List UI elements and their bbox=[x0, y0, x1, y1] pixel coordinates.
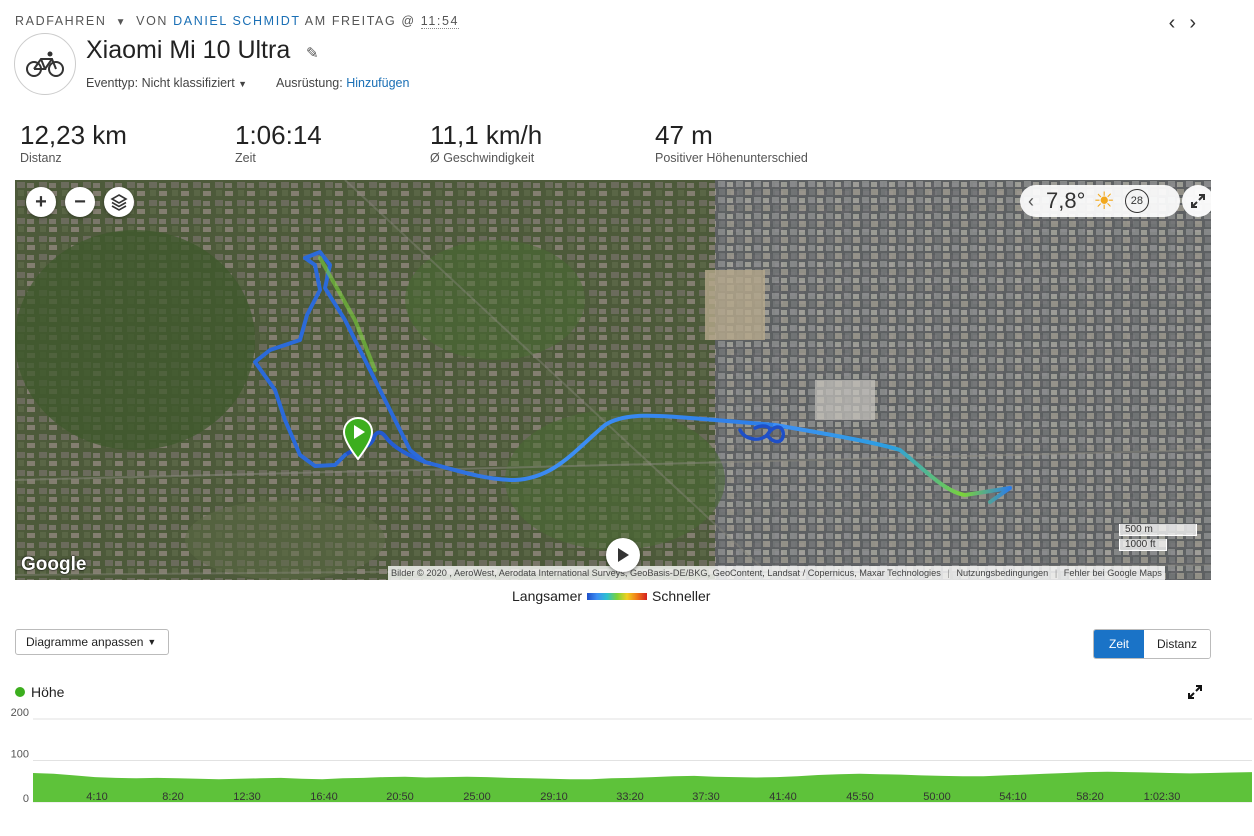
google-logo: Google bbox=[21, 554, 87, 575]
expand-icon bbox=[1188, 685, 1202, 699]
x-tick-label: 25:00 bbox=[463, 791, 491, 803]
toggle-distance-button[interactable]: Distanz bbox=[1144, 630, 1210, 658]
chevron-left-icon[interactable]: ‹ bbox=[1169, 12, 1190, 34]
temperature: 7,8° bbox=[1046, 188, 1086, 213]
activity-type-dropdown-icon[interactable]: ▼ bbox=[116, 17, 128, 28]
x-tick-label: 54:10 bbox=[999, 791, 1027, 803]
chevron-right-icon[interactable]: › bbox=[1189, 12, 1210, 34]
map-scale: 500 m 1000 ft bbox=[1119, 524, 1197, 554]
x-tick-label: 1:02:30 bbox=[1144, 791, 1181, 803]
report-error-link[interactable]: Fehler bei Google Maps bbox=[1064, 568, 1162, 578]
map-layers-button[interactable] bbox=[104, 187, 134, 217]
activity-header: RADFAHREN ▼ VON DANIEL SCHMIDT AM FREITA… bbox=[15, 14, 460, 29]
y-tick-label: 100 bbox=[11, 749, 29, 761]
event-type[interactable]: Eventtyp: Nicht klassifiziert ▼ bbox=[86, 76, 247, 90]
y-tick-label: 200 bbox=[11, 707, 29, 719]
route-map[interactable]: + − ‹ 7,8° ☀ 28 Google Bilder © 2020 , A… bbox=[15, 180, 1211, 580]
activity-time[interactable]: 11:54 bbox=[420, 14, 460, 29]
activity-navigation: ‹› bbox=[1169, 12, 1210, 35]
event-type-value[interactable]: Nicht klassifiziert bbox=[142, 76, 235, 90]
stat-label: Zeit bbox=[235, 151, 256, 165]
series-dot bbox=[15, 687, 25, 697]
stat-label: Distanz bbox=[20, 151, 62, 165]
customize-charts-label: Diagramme anpassen bbox=[26, 635, 144, 649]
x-tick-label: 16:40 bbox=[310, 791, 338, 803]
play-route-button[interactable] bbox=[606, 538, 640, 572]
map-fullscreen-button[interactable] bbox=[1182, 185, 1211, 217]
bicycle-icon bbox=[14, 33, 76, 95]
x-tick-label: 45:50 bbox=[846, 791, 874, 803]
stat-value: 12,23 km bbox=[20, 120, 127, 150]
x-tick-label: 50:00 bbox=[923, 791, 951, 803]
x-tick-label: 29:10 bbox=[540, 791, 568, 803]
chart-title-text: Höhe bbox=[31, 684, 65, 700]
satellite-imagery bbox=[15, 180, 1211, 580]
map-attribution: Bilder © 2020 , AeroWest, Aerodata Inter… bbox=[388, 566, 1165, 580]
terms-link[interactable]: Nutzungsbedingungen bbox=[956, 568, 1048, 578]
scale-imperial: 1000 ft bbox=[1119, 539, 1167, 551]
play-icon bbox=[618, 548, 629, 562]
stat-distance: 12,23 km Distanz bbox=[20, 120, 127, 165]
speed-legend: Langsamer Schneller bbox=[512, 588, 710, 604]
x-tick-label: 12:30 bbox=[233, 791, 261, 803]
scale-metric: 500 m bbox=[1119, 524, 1197, 536]
toggle-time-button[interactable]: Zeit bbox=[1094, 630, 1144, 658]
equipment: Ausrüstung: Hinzufügen bbox=[276, 76, 409, 90]
speed-gradient-bar bbox=[587, 592, 648, 600]
event-type-label: Eventtyp: bbox=[86, 76, 139, 90]
x-axis-toggle: Zeit Distanz bbox=[1093, 629, 1211, 659]
stat-value: 47 m bbox=[655, 120, 713, 150]
attribution-text: Bilder © 2020 , AeroWest, Aerodata Inter… bbox=[391, 568, 941, 578]
x-tick-label: 33:20 bbox=[616, 791, 644, 803]
elevation-chart-title: Höhe bbox=[15, 684, 64, 700]
wind-speed: 28 bbox=[1130, 195, 1144, 207]
chevron-left-icon[interactable]: ‹ bbox=[1028, 191, 1034, 212]
zoom-out-button[interactable]: − bbox=[65, 187, 95, 217]
stat-avg-speed: 11,1 km/h Ø Geschwindigkeit bbox=[430, 120, 542, 165]
sun-icon: ☀ bbox=[1093, 187, 1115, 215]
y-tick-label: 0 bbox=[23, 793, 29, 805]
zoom-in-button[interactable]: + bbox=[26, 187, 56, 217]
equipment-add-link[interactable]: Hinzufügen bbox=[346, 76, 409, 90]
x-tick-label: 8:20 bbox=[162, 791, 183, 803]
chevron-down-icon[interactable]: ▼ bbox=[238, 79, 247, 89]
legend-slow: Langsamer bbox=[512, 588, 583, 604]
layers-icon bbox=[110, 194, 128, 211]
user-link[interactable]: DANIEL SCHMIDT bbox=[173, 14, 300, 28]
legend-fast: Schneller bbox=[652, 588, 711, 604]
x-tick-label: 37:30 bbox=[692, 791, 720, 803]
edit-pencil-icon[interactable]: ✎ bbox=[306, 44, 319, 62]
customize-charts-button[interactable]: Diagramme anpassen ▼ bbox=[15, 629, 169, 655]
stat-value: 11,1 km/h bbox=[430, 120, 543, 150]
weather-widget[interactable]: ‹ 7,8° ☀ 28 bbox=[1020, 185, 1180, 217]
activity-type: RADFAHREN bbox=[15, 14, 107, 28]
stat-label: Positiver Höhenunterschied bbox=[655, 151, 808, 165]
stat-time: 1:06:14 Zeit bbox=[235, 120, 322, 165]
stat-elevation-gain: 47 m Positiver Höhenunterschied bbox=[655, 120, 808, 165]
x-tick-label: 41:40 bbox=[769, 791, 797, 803]
expand-icon bbox=[1191, 194, 1205, 208]
day-text: AM FREITAG @ bbox=[304, 14, 416, 28]
x-tick-label: 58:20 bbox=[1076, 791, 1104, 803]
stat-label: Ø Geschwindigkeit bbox=[430, 151, 535, 165]
x-tick-label: 20:50 bbox=[386, 791, 414, 803]
by-text: VON bbox=[136, 14, 169, 28]
wind-icon: 28 bbox=[1124, 189, 1149, 213]
x-tick-label: 4:10 bbox=[86, 791, 107, 803]
chevron-down-icon: ▼ bbox=[147, 637, 157, 647]
activity-title[interactable]: Xiaomi Mi 10 Ultra bbox=[86, 36, 290, 65]
equipment-label: Ausrüstung: bbox=[276, 76, 343, 90]
chart-expand-button[interactable] bbox=[1188, 685, 1202, 704]
elevation-chart[interactable]: 200 100 0 4:10 8:20 12:30 16:40 20:50 25:00 29:10… bbox=[0, 705, 1254, 810]
stat-value: 1:06:14 bbox=[235, 120, 322, 150]
